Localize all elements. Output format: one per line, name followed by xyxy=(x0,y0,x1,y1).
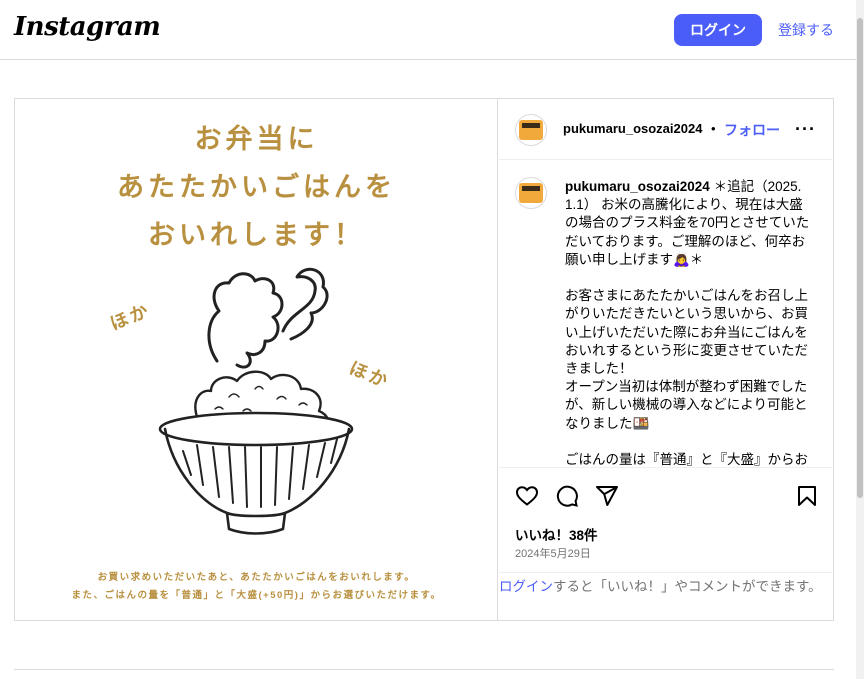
caption-username[interactable]: pukumaru_osozai2024 xyxy=(565,179,710,194)
divider xyxy=(14,669,834,670)
login-button[interactable]: ログイン xyxy=(674,14,762,46)
author-username[interactable]: pukumaru_osozai2024 xyxy=(563,121,702,136)
signup-link[interactable]: 登録する xyxy=(778,20,834,40)
scrollbar-thumb[interactable] xyxy=(857,18,863,498)
caption-avatar[interactable] xyxy=(515,177,547,209)
login-link[interactable]: ログイン xyxy=(499,579,553,594)
share-icon[interactable] xyxy=(595,484,619,508)
rice-bowl-illustration xyxy=(158,267,354,535)
author-avatar[interactable] xyxy=(515,114,547,146)
save-bookmark-icon[interactable] xyxy=(795,484,819,508)
more-options-icon[interactable]: ··· xyxy=(795,119,816,140)
page-scrollbar[interactable] xyxy=(856,0,864,679)
login-prompt-text: すると「いいね！」やコメントができます。 xyxy=(553,579,822,594)
comment-icon[interactable] xyxy=(555,484,579,508)
post-actions: いいね！38件 2024年5月29日 xyxy=(499,467,834,572)
caption-text: pukumaru_osozai2024 ＊追記（2025.1.1） お米の高騰化… xyxy=(565,178,810,467)
like-count[interactable]: いいね！38件 xyxy=(515,524,598,544)
top-navigation: Instagram ログイン 登録する xyxy=(0,0,856,60)
like-heart-icon[interactable] xyxy=(515,484,539,508)
post-image[interactable]: お弁当に あたたかいごはんを おいれします！ ほか ほか お買い求めいただいたあ… xyxy=(15,99,498,620)
post-card: お弁当に あたたかいごはんを おいれします！ ほか ほか お買い求めいただいたあ… xyxy=(14,98,834,621)
follow-button[interactable]: フォロー xyxy=(724,120,780,140)
image-note-line-2: また、ごはんの量を「普通」と「大盛(+50円)」からお選びいただけます。 xyxy=(71,590,442,601)
login-prompt: ログインすると「いいね！」やコメントができます。 xyxy=(499,572,834,620)
instagram-logo[interactable]: Instagram xyxy=(14,12,161,42)
post-date[interactable]: 2024年5月29日 xyxy=(515,545,591,561)
caption-body: ＊追記（2025.1.1） お米の高騰化により、現在は大盛の場合のプラス料金を7… xyxy=(565,179,810,467)
caption-scroll-area[interactable]: pukumaru_osozai2024 ＊追記（2025.1.1） お米の高騰化… xyxy=(499,161,834,467)
image-note-line-1: お買い求めいただいたあと、あたたかいごはんをおいれします。 xyxy=(97,572,416,583)
post-header: pukumaru_osozai2024 • フォロー ··· xyxy=(499,99,834,160)
post-sidebar: pukumaru_osozai2024 • フォロー ··· pukumaru_… xyxy=(499,99,834,620)
header-separator: • xyxy=(711,121,716,136)
